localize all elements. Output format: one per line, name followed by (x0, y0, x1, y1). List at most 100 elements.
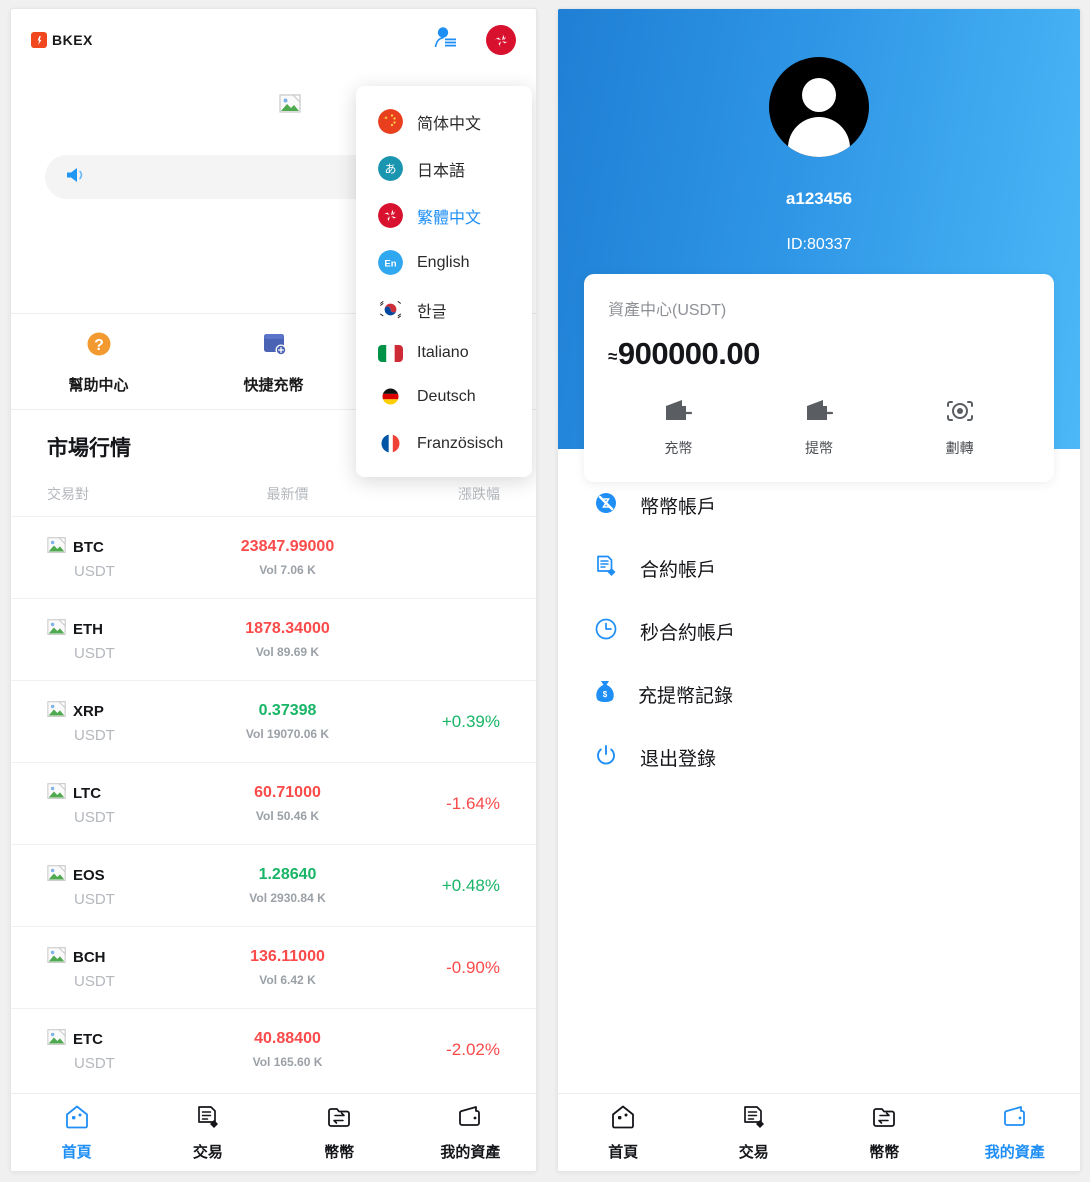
tab-trade[interactable]: 交易 (689, 1104, 820, 1162)
language-option-jp[interactable]: あ 日本語 (356, 145, 532, 192)
flag-kr-icon (378, 297, 403, 322)
transfer-icon (946, 398, 974, 429)
market-row-quote: USDT (74, 972, 115, 990)
market-row-price: 40.88400 (254, 1030, 321, 1047)
home-icon (610, 1104, 636, 1135)
list-item[interactable]: 合約帳戶 (558, 537, 1080, 600)
clock-icon (594, 617, 618, 646)
language-option-en[interactable]: En English (356, 239, 532, 286)
language-option-label: 繁體中文 (417, 209, 482, 227)
menu-item-label: 合約帳戶 (640, 560, 717, 581)
svg-text:$: $ (603, 690, 608, 699)
market-row-pair: BTC USDT (47, 536, 215, 580)
language-option-de[interactable]: Deutsch (356, 373, 532, 420)
market-row-pair: XRP USDT (47, 700, 215, 744)
home-icon (64, 1104, 90, 1135)
deposit-wallet-icon (663, 398, 693, 429)
language-option-cn[interactable]: 简体中文 (356, 98, 532, 145)
market-row-symbol: EOS (73, 867, 105, 884)
tab-home[interactable]: 首頁 (558, 1104, 689, 1162)
svg-text:?: ? (94, 337, 104, 354)
contract-account-icon (594, 554, 618, 583)
user-menu-icon[interactable] (432, 24, 460, 57)
language-dropdown-menu[interactable]: 简体中文あ 日本語繁體中文 En English 한글 Italiano Deutsch Fr… (356, 86, 532, 477)
market-row-price: 60.71000 (254, 784, 321, 801)
bkex-logo-mark-icon (31, 32, 47, 48)
market-row-quote: USDT (74, 1054, 115, 1072)
list-item[interactable]: $ 充提幣記錄 (558, 663, 1080, 726)
language-option-fr[interactable]: Französisch (356, 420, 532, 467)
asset-card-title: 資產中心(USDT) (608, 302, 727, 319)
power-icon (594, 743, 618, 772)
list-item[interactable]: 幣幣帳戶 (558, 474, 1080, 537)
exchange-icon (871, 1104, 897, 1135)
market-row-price: 1878.34000 (245, 620, 330, 637)
table-row[interactable]: BTC USDT 23847.99000 Vol 7.06 K (11, 516, 536, 598)
avatar[interactable] (769, 57, 869, 157)
hk-flag-language-icon[interactable] (486, 25, 516, 55)
asset-action-transfer[interactable]: 劃轉 (889, 398, 1030, 458)
wallet-plus-icon (259, 329, 289, 364)
table-row[interactable]: BCH USDT 136.11000 Vol 6.42 K -0.90% (11, 926, 536, 1008)
trade-icon (195, 1104, 221, 1135)
asset-actions-row: 充幣 提幣 劃轉 (608, 398, 1030, 458)
market-row-pair: ETH USDT (47, 618, 215, 662)
coin-placeholder-icon (47, 536, 66, 560)
language-option-kr[interactable]: 한글 (356, 286, 532, 333)
market-row-quote: USDT (74, 808, 115, 826)
tab-wallet[interactable]: 我的資產 (950, 1104, 1081, 1162)
table-row[interactable]: EOS USDT 1.28640 Vol 2930.84 K +0.48% (11, 844, 536, 926)
money-bag-icon: $ (594, 680, 616, 709)
quick-action-help-center[interactable]: ? 幫助中心 (11, 329, 186, 395)
asset-action-label: 劃轉 (945, 440, 974, 456)
tab-exchange[interactable]: 幣幣 (274, 1104, 405, 1162)
coin-placeholder-icon (47, 946, 66, 970)
quick-action-fast-deposit[interactable]: 快捷充幣 (186, 329, 361, 395)
coin-account-icon (594, 491, 618, 520)
right-phone-screen: a123456 ID:80337 資產中心(USDT) ≈900000.00 充… (557, 8, 1081, 1172)
megaphone-icon (65, 165, 87, 190)
coin-placeholder-icon (47, 618, 66, 642)
bottom-tab-bar: 首頁 交易 幣幣 我的資產 (558, 1093, 1080, 1171)
market-row-volume: Vol 2930.84 K (249, 891, 326, 905)
market-row-price: 1.28640 (258, 866, 317, 883)
language-option-label: English (417, 253, 470, 271)
column-header-change: 漲跌幅 (458, 486, 500, 502)
market-row-volume: Vol 89.69 K (255, 645, 320, 659)
asset-action-label: 提幣 (805, 440, 833, 456)
table-row[interactable]: LTC USDT 60.71000 Vol 50.46 K -1.64% (11, 762, 536, 844)
market-row-change: +0.39% (441, 711, 500, 731)
language-option-hk[interactable]: 繁體中文 (356, 192, 532, 239)
market-row-price: 136.11000 (250, 948, 325, 965)
app-header: BKEX (11, 9, 536, 71)
user-id-label: ID:80337 (786, 236, 852, 253)
tab-exchange[interactable]: 幣幣 (819, 1104, 950, 1162)
svg-text:あ: あ (384, 162, 396, 176)
list-item[interactable]: 退出登錄 (558, 726, 1080, 789)
table-row[interactable]: XRP USDT 0.37398 Vol 19070.06 K +0.39% (11, 680, 536, 762)
table-row[interactable]: ETC USDT 40.88400 Vol 165.60 K -2.02% (11, 1008, 536, 1090)
market-row-pair: LTC USDT (47, 782, 215, 826)
table-row[interactable]: ETH USDT 1878.34000 Vol 89.69 K (11, 598, 536, 680)
asset-action-deposit[interactable]: 充幣 (608, 398, 749, 458)
market-table-body: BTC USDT 23847.99000 Vol 7.06 K ETH USDT… (11, 516, 536, 1090)
flag-jp-icon: あ (378, 156, 403, 181)
menu-item-label: 退出登錄 (640, 749, 717, 770)
tab-home[interactable]: 首頁 (11, 1104, 142, 1162)
column-header-price: 最新價 (266, 486, 309, 502)
market-row-symbol: XRP (73, 703, 104, 720)
language-option-it[interactable]: Italiano (356, 333, 532, 373)
list-item[interactable]: 秒合約帳戶 (558, 600, 1080, 663)
market-row-price: 23847.99000 (240, 538, 335, 555)
tab-wallet[interactable]: 我的資產 (405, 1104, 536, 1162)
asset-action-withdraw[interactable]: 提幣 (749, 398, 890, 458)
coin-placeholder-icon (47, 700, 66, 724)
tab-label: 幣幣 (869, 1143, 900, 1161)
market-row-volume: Vol 7.06 K (259, 563, 316, 577)
market-row-price-cell: 40.88400 Vol 165.60 K (215, 1030, 360, 1069)
tab-trade[interactable]: 交易 (142, 1104, 273, 1162)
market-row-quote: USDT (74, 890, 115, 908)
wallet-icon (457, 1104, 483, 1135)
market-row-symbol: BTC (73, 539, 104, 556)
market-row-price: 0.37398 (258, 702, 317, 719)
